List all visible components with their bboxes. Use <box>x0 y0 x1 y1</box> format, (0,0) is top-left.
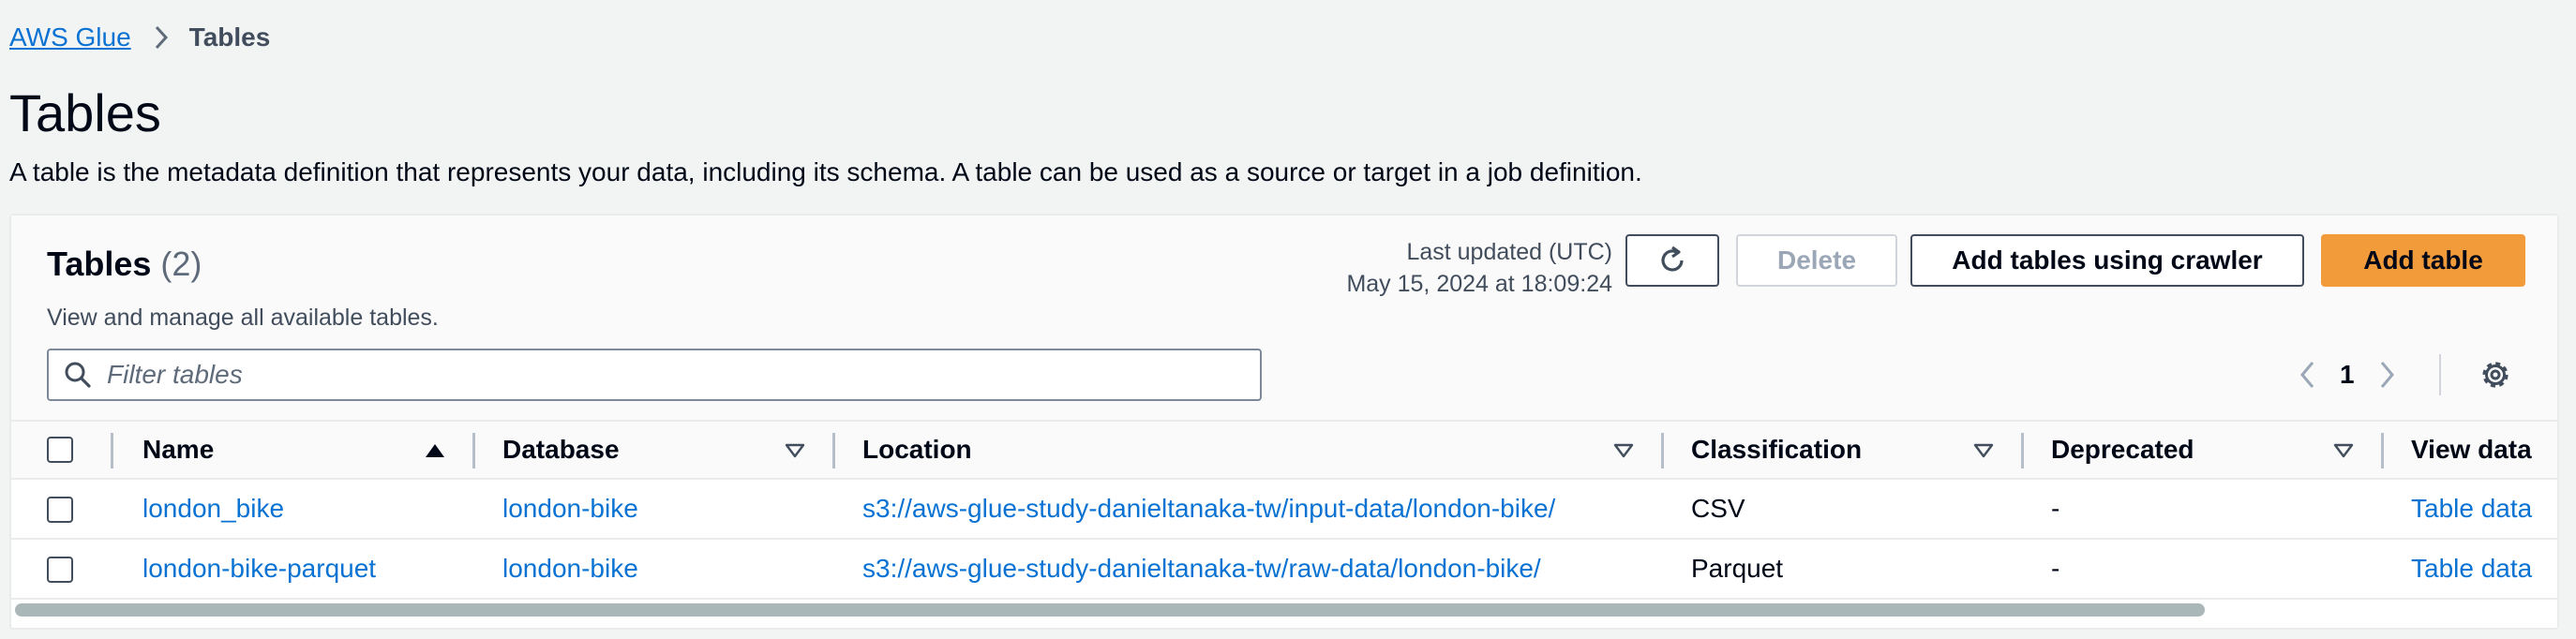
breadcrumb-aws-glue-link[interactable]: AWS Glue <box>9 22 131 52</box>
column-separator <box>832 433 835 468</box>
filter-tables-input[interactable] <box>107 360 1232 390</box>
view-table-data-link[interactable]: Table data <box>2411 480 2532 538</box>
table-row: london-bike-parquet london-bike s3://aws… <box>11 540 2557 600</box>
header-view-data: View data <box>2411 435 2532 464</box>
location-link[interactable]: s3://aws-glue-study-danieltanaka-tw/raw-… <box>862 540 1541 598</box>
column-separator <box>472 433 475 468</box>
pagination-divider <box>2439 354 2441 395</box>
pagination: 1 <box>2299 354 2396 395</box>
page-number[interactable]: 1 <box>2340 360 2355 390</box>
column-separator <box>2381 433 2384 468</box>
tables-panel: Tables (2) View and manage all available… <box>9 214 2559 630</box>
add-table-button[interactable]: Add table <box>2321 234 2525 287</box>
add-tables-using-crawler-button[interactable]: Add tables using crawler <box>1910 234 2304 287</box>
panel-title-text: Tables <box>47 245 152 283</box>
panel-title: Tables (2) <box>47 242 202 287</box>
table-name-link[interactable]: london-bike-parquet <box>142 540 376 598</box>
caret-down-outline-icon[interactable] <box>784 442 806 459</box>
page-title: Tables <box>9 83 161 142</box>
classification-value: CSV <box>1691 494 1745 523</box>
table-name-link[interactable]: london_bike <box>142 480 284 538</box>
view-table-data-link[interactable]: Table data <box>2411 540 2532 598</box>
delete-button[interactable]: Delete <box>1736 234 1897 287</box>
table-header: Name Database Location Classification De… <box>11 420 2557 480</box>
chevron-right-icon <box>154 24 169 51</box>
location-link[interactable]: s3://aws-glue-study-danieltanaka-tw/inpu… <box>862 480 1555 538</box>
header-name[interactable]: Name <box>142 422 214 478</box>
page-description: A table is the metadata definition that … <box>9 157 1642 186</box>
panel-header: Tables (2) View and manage all available… <box>11 215 2557 420</box>
breadcrumb-current: Tables <box>188 22 271 52</box>
refresh-icon <box>1655 244 1689 277</box>
last-updated-value: May 15, 2024 at 18:09:24 <box>1346 271 1612 297</box>
column-separator <box>111 433 113 468</box>
search-icon <box>64 361 92 389</box>
caret-up-filled-icon[interactable] <box>424 442 446 459</box>
filter-field[interactable] <box>47 349 1262 401</box>
column-separator <box>2021 433 2024 468</box>
horizontal-scrollbar[interactable] <box>15 603 2205 617</box>
panel-description: View and manage all available tables. <box>47 305 439 331</box>
breadcrumb: AWS Glue Tables <box>9 21 270 54</box>
chevron-right-icon[interactable] <box>2379 360 2396 390</box>
deprecated-value: - <box>2051 554 2060 583</box>
database-link[interactable]: london-bike <box>502 480 638 538</box>
last-updated-label: Last updated (UTC) <box>1406 239 1612 265</box>
header-database[interactable]: Database <box>502 422 620 478</box>
chevron-left-icon[interactable] <box>2299 360 2315 390</box>
caret-down-outline-icon[interactable] <box>1972 442 1995 459</box>
header-location[interactable]: Location <box>862 422 972 478</box>
row-checkbox[interactable] <box>47 497 73 523</box>
caret-down-outline-icon[interactable] <box>2332 442 2355 459</box>
row-checkbox[interactable] <box>47 557 73 583</box>
header-classification[interactable]: Classification <box>1691 422 1862 478</box>
database-link[interactable]: london-bike <box>502 540 638 598</box>
table-row: london_bike london-bike s3://aws-glue-st… <box>11 480 2557 540</box>
refresh-button[interactable] <box>1625 234 1719 287</box>
table-count: (2) <box>160 245 202 283</box>
gear-icon[interactable] <box>2477 356 2514 394</box>
last-updated: Last updated (UTC) May 15, 2024 at 18:09… <box>1346 236 1612 300</box>
column-separator <box>1661 433 1664 468</box>
classification-value: Parquet <box>1691 554 1784 583</box>
select-all-checkbox[interactable] <box>47 437 73 463</box>
deprecated-value: - <box>2051 494 2060 523</box>
caret-down-outline-icon[interactable] <box>1612 442 1635 459</box>
header-deprecated[interactable]: Deprecated <box>2051 422 2194 478</box>
